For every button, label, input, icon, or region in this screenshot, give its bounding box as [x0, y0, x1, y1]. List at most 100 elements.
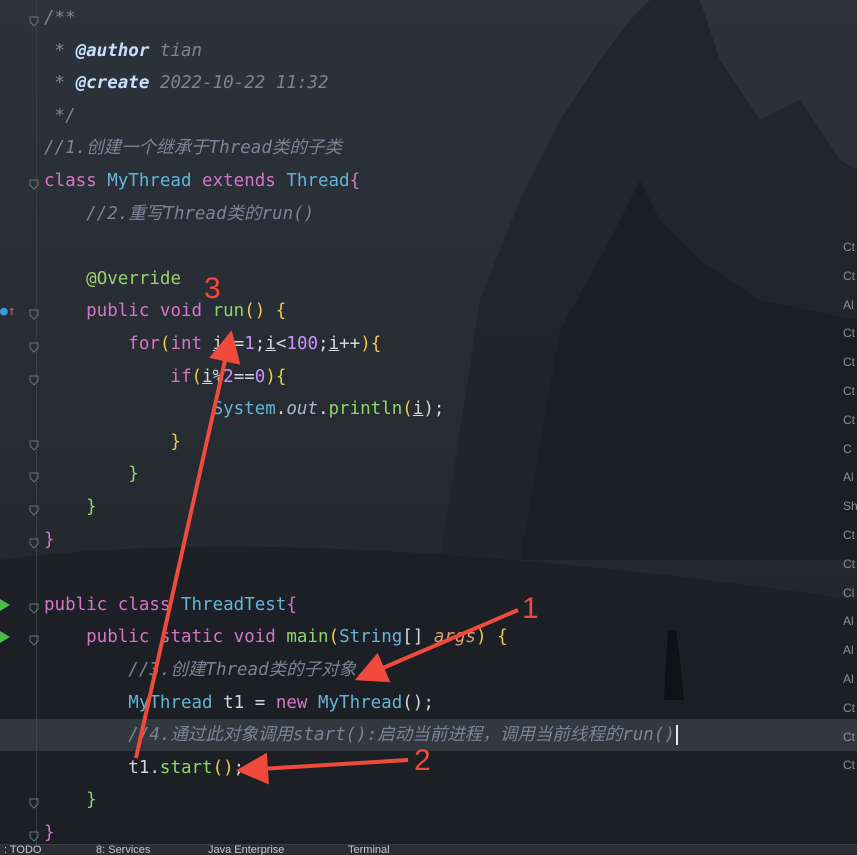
side-panel-item[interactable]: Al [843, 614, 854, 628]
side-panel-item[interactable]: Al [843, 470, 854, 484]
code-line[interactable]: for(int i =1;i<100;i++){ [0, 328, 857, 360]
code-text: * @create 2022-10-22 11:32 [44, 73, 329, 93]
code-line[interactable]: } [0, 524, 857, 556]
side-panel-item[interactable]: Ct [843, 355, 855, 369]
code-token: i [212, 334, 224, 354]
code-line[interactable] [0, 230, 857, 262]
code-text: } [44, 497, 97, 517]
side-panel-item[interactable]: Al [843, 672, 854, 686]
code-token: @author [75, 40, 150, 61]
code-line[interactable]: } [0, 426, 857, 458]
code-token: @Override [86, 268, 181, 289]
side-panel-item[interactable]: C [843, 442, 852, 456]
code-token: if [44, 366, 192, 387]
fold-marker-icon[interactable] [29, 338, 39, 353]
side-panel-item[interactable]: Ct [843, 557, 855, 571]
code-token: public [44, 301, 160, 322]
run-gutter-icon[interactable] [0, 631, 10, 644]
code-line[interactable]: //1.创建一个继承于Thread类的子类 [0, 132, 857, 164]
code-line[interactable]: * @create 2022-10-22 11:32 [0, 67, 857, 99]
code-line[interactable]: /** [0, 2, 857, 34]
fold-marker-icon[interactable] [29, 12, 39, 27]
fold-marker-icon[interactable] [29, 631, 39, 647]
code-line[interactable]: */ [0, 100, 857, 132]
side-panel-item[interactable]: Ct [843, 758, 855, 772]
code-line[interactable]: } [0, 784, 857, 816]
code-token: { [286, 594, 297, 615]
code-line[interactable]: * @author tian [0, 35, 857, 67]
fold-marker-icon[interactable] [29, 371, 39, 386]
fold-marker-icon[interactable] [29, 175, 39, 190]
code-line[interactable]: System.out.println(i); [0, 393, 857, 425]
fold-marker-icon[interactable] [29, 827, 39, 842]
fold-marker-icon[interactable] [29, 436, 39, 451]
side-panel-item[interactable]: Al [843, 643, 854, 657]
code-line[interactable]: class MyThread extends Thread{ [0, 165, 857, 197]
side-panel-item[interactable]: Sh [843, 499, 857, 513]
annotation-number-3: 3 [204, 272, 221, 305]
code-token: /** [44, 8, 76, 28]
code-line[interactable]: MyThread t1 = new MyThread(); [0, 687, 857, 719]
code-token: i [412, 399, 424, 420]
code-line[interactable]: //2.重写Thread类的run() [0, 198, 857, 230]
code-token: @create [75, 73, 150, 94]
run-gutter-icon[interactable] [0, 598, 10, 611]
side-panel-item[interactable]: Ct [843, 269, 855, 283]
code-line[interactable]: public static void main(String[] args) { [0, 621, 857, 653]
fold-marker-icon[interactable] [29, 599, 39, 614]
code-token: static [159, 627, 234, 648]
fold-marker-icon[interactable] [29, 534, 39, 549]
code-token: < [275, 334, 287, 354]
code-text: * @author tian [44, 40, 203, 61]
code-token: ; [254, 334, 266, 354]
code-line[interactable]: } [0, 458, 857, 490]
fold-marker-icon[interactable] [29, 305, 39, 321]
side-panel-item[interactable]: Ct [843, 528, 855, 542]
code-token: class [44, 171, 108, 191]
code-text: } [44, 530, 55, 550]
code-token: . [275, 399, 287, 420]
code-line[interactable]: } [0, 491, 857, 523]
code-token: class [117, 594, 181, 615]
code-token: MyThread [44, 692, 224, 713]
code-token: public [44, 627, 160, 648]
code-text: @Override [44, 269, 181, 289]
code-token: 100 [286, 334, 319, 354]
side-panel-item[interactable]: Ct [843, 730, 855, 744]
code-token: extends [202, 171, 287, 191]
override-method-icon[interactable]: ●↑ [0, 304, 16, 319]
side-panel-item[interactable]: Ct [843, 701, 855, 715]
code-token: out [286, 399, 318, 420]
code-text: MyThread t1 = new MyThread(); [44, 693, 434, 713]
text-caret [675, 725, 678, 746]
code-token: ; [318, 334, 329, 354]
side-panel-item[interactable]: Ct [843, 240, 855, 254]
code-text: for(int i =1;i<100;i++){ [44, 334, 381, 354]
code-line[interactable]: public class ThreadTest{ [0, 589, 857, 621]
code-line[interactable]: ●↑ public void run() { [0, 295, 857, 327]
code-token: MyThread [107, 171, 203, 191]
side-panel-item[interactable]: Ct [843, 384, 855, 398]
code-token: ++ [339, 334, 361, 354]
code-text: } [44, 432, 181, 452]
code-token: } [44, 431, 181, 452]
side-panel-item[interactable]: Cl [843, 586, 854, 600]
code-token: void [233, 627, 287, 648]
code-line[interactable]: if(i%2==0){ [0, 361, 857, 393]
fold-marker-icon[interactable] [29, 794, 39, 810]
code-text: */ [44, 106, 76, 126]
code-line[interactable] [0, 556, 857, 588]
code-line[interactable]: //3.创建Thread类的子对象 [0, 654, 857, 686]
side-panel-item[interactable]: Al [843, 298, 854, 312]
fold-marker-icon[interactable] [29, 501, 39, 516]
code-token: 2 [223, 366, 234, 387]
fold-marker-icon[interactable] [29, 468, 39, 484]
side-panel-item[interactable]: Ct [843, 413, 855, 427]
code-token: //2.重写Thread类的run() [44, 203, 315, 224]
code-token: ) { [476, 627, 508, 648]
side-panel-item[interactable]: Ct [843, 326, 855, 340]
code-token: ); [423, 399, 445, 420]
code-line[interactable]: @Override [0, 263, 857, 295]
code-text: if(i%2==0){ [44, 367, 286, 387]
